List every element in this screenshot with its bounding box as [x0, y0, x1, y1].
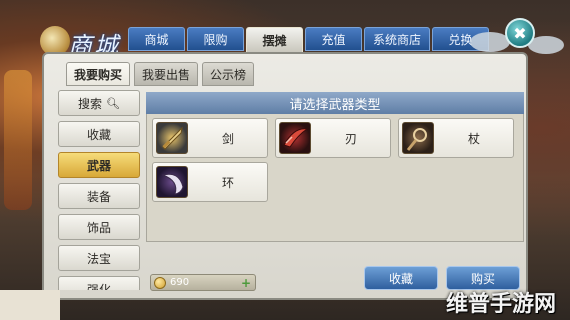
search-icon: 🔍︎	[106, 96, 120, 110]
sidebar-item-weapons[interactable]: 武器	[58, 152, 140, 178]
stall-subtabs: 我要购买 我要出售 公示榜	[66, 62, 255, 86]
item-label: 刃	[344, 131, 357, 146]
currency-value: 690	[170, 277, 190, 288]
content-header: 请选择武器类型	[146, 92, 524, 114]
search-button[interactable]: 搜索 🔍︎	[58, 90, 140, 116]
staff-icon	[402, 122, 434, 154]
currency-display: 690 +	[150, 274, 256, 291]
sidebar-item-enhance[interactable]: 强化	[58, 276, 140, 290]
search-label: 搜索	[78, 96, 103, 111]
tab-mall[interactable]: 商城	[128, 27, 185, 51]
plus-icon[interactable]: +	[241, 276, 251, 290]
coin-icon	[154, 276, 166, 289]
ring-icon	[156, 166, 188, 198]
main-tab-bar: 商城 限购 摆摊 充值 系统商店 兑换	[128, 27, 489, 53]
site-watermark: 维普手游网	[446, 292, 557, 317]
category-sidebar: 搜索 🔍︎ 收藏 武器 装备 饰品 法宝 强化	[58, 90, 140, 290]
close-icon: ✖	[513, 23, 527, 43]
sword-icon	[156, 122, 188, 154]
item-label: 环	[221, 175, 234, 190]
favorite-button[interactable]: 收藏	[364, 266, 438, 290]
subtab-buy[interactable]: 我要购买	[66, 62, 131, 86]
tab-system-shop[interactable]: 系统商店	[364, 27, 430, 51]
weapon-type-ring[interactable]: 环	[152, 162, 268, 202]
lantern-decoration	[4, 70, 32, 210]
tab-limited[interactable]: 限购	[187, 27, 244, 51]
weapon-type-staff[interactable]: 杖	[398, 118, 514, 158]
weapon-type-sword[interactable]: 剑	[152, 118, 268, 158]
bottom-left-overlay	[0, 290, 60, 320]
sidebar-item-treasures[interactable]: 法宝	[58, 245, 140, 271]
tab-recharge[interactable]: 充值	[305, 27, 362, 51]
sidebar-item-favorites[interactable]: 收藏	[58, 121, 140, 147]
close-button[interactable]: ✖	[505, 18, 535, 48]
tab-stall[interactable]: 摆摊	[246, 27, 303, 53]
blade-icon	[279, 122, 311, 154]
subtab-sell[interactable]: 我要出售	[134, 62, 199, 86]
cloud-decoration	[470, 32, 510, 52]
weapon-type-blade[interactable]: 刃	[275, 118, 391, 158]
item-label: 剑	[221, 131, 234, 146]
item-label: 杖	[467, 131, 480, 146]
sidebar-item-accessories[interactable]: 饰品	[58, 214, 140, 240]
subtab-notice[interactable]: 公示榜	[202, 62, 255, 86]
sidebar-item-equipment[interactable]: 装备	[58, 183, 140, 209]
